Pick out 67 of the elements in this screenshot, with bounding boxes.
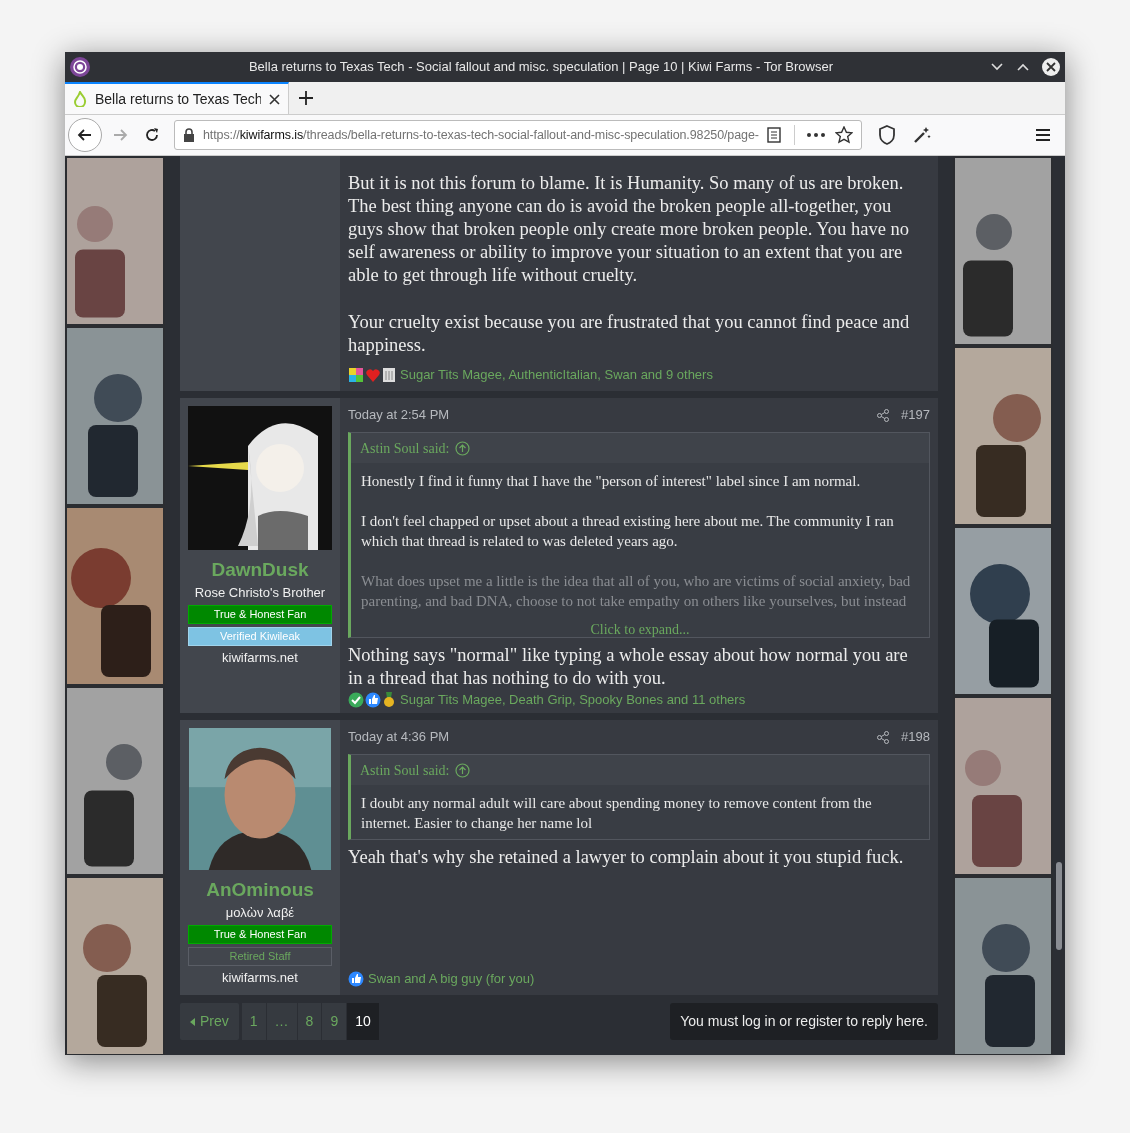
magic-wand-icon[interactable] (912, 125, 932, 145)
url-text: https://kiwifarms.is/threads/bella-returns-to-texas-tech-social-fallout-and-misc-speculation.98250/page- (203, 126, 759, 144)
quote-text: Honestly I find it funny that I have the "person of interest" label since I am normal. (361, 472, 862, 491)
quote-author-link[interactable]: Astin Soul said: (360, 437, 450, 459)
thumbs-up-icon (348, 971, 364, 987)
username-link[interactable]: DawnDusk (211, 558, 309, 582)
post-number-link[interactable]: #197 (901, 405, 930, 425)
page-link[interactable]: 8 (297, 1003, 322, 1040)
window-title: Bella returns to Texas Tech - Social fallout and misc. speculation | Page 10 | Kiwi Farms - Tor Browser (248, 59, 834, 75)
heart-icon (365, 367, 381, 383)
share-icon[interactable] (877, 408, 890, 422)
post-text: Nothing says "normal" like typing a whole essay about how normal you are in a thread that has nothing to do with you. (348, 644, 909, 690)
reader-view-icon[interactable] (766, 127, 782, 143)
browser-tab[interactable]: Bella returns to Texas Tech (65, 82, 289, 114)
login-notice: You must log in or register to reply here. (670, 1003, 938, 1040)
lock-icon (183, 127, 195, 143)
page-link[interactable]: 9 (322, 1003, 347, 1040)
thumbs-up-icon (365, 691, 381, 708)
post-number-link[interactable]: #198 (901, 727, 930, 747)
puzzle-icon (348, 367, 364, 383)
tor-logo-icon (69, 56, 91, 78)
reactions-link[interactable]: Swan and A big guy (for you) (368, 969, 535, 989)
user-site: kiwifarms.net (222, 649, 298, 667)
arrow-up-icon[interactable] (455, 762, 471, 778)
more-icon[interactable] (807, 133, 825, 137)
arrow-up-icon[interactable] (455, 440, 471, 456)
post-date[interactable]: Today at 2:54 PM (348, 405, 450, 425)
user-banner: True & Honest Fan (188, 925, 332, 944)
star-icon[interactable] (835, 126, 853, 144)
check-icon (348, 691, 364, 708)
user-title: Rose Christo's Brother (194, 584, 326, 602)
new-tab-icon[interactable] (299, 91, 313, 105)
page-link[interactable]: 1 (241, 1003, 266, 1040)
share-icon[interactable] (877, 730, 890, 744)
menu-icon[interactable] (1036, 128, 1050, 142)
quote-text: What does upset me a little is the idea that all of you, who are victims of social anxiety, bad parenting, and bad DNA, choose to not take empathy on others like yourselves, but instead (361, 572, 912, 611)
maximize-icon[interactable] (1017, 63, 1029, 71)
post-text: But it is not this forum to blame. It is Humanity. So many of us are broken. The best thing anyone can do is avoid the broken people all-together, you guys show that broken people only create more broken people. You have no self awareness or ability to improve your situation to an extent that you are able to get through life without cruelty. (348, 172, 911, 287)
quote-text: I don't feel chapped or upset about a thread existing here about me. The community I ran which that thread is related to was deleted years ago. (361, 512, 895, 551)
post-text: Yeah that's why she retained a lawyer to complain about it you stupid fuck. (348, 846, 905, 869)
page-link[interactable]: 10 (347, 1003, 379, 1040)
reactions-link[interactable]: Sugar Tits Magee, Death Grip, Spooky Bones and 11 others (400, 690, 746, 710)
user-title: μολὼν λαβέ (225, 904, 295, 922)
minimize-icon[interactable] (991, 63, 1003, 71)
prev-page-button[interactable]: Prev (180, 1003, 239, 1040)
reload-icon[interactable] (144, 127, 160, 143)
reactions-link[interactable]: Sugar Tits Magee, AuthenticItalian, Swan and 9 others (400, 365, 713, 385)
caret-icon (190, 1017, 195, 1026)
page-link[interactable]: … (266, 1003, 297, 1040)
back-button[interactable] (68, 118, 102, 152)
expand-link[interactable]: Click to expand... (590, 622, 690, 637)
address-field[interactable]: https://kiwifarms.is/threads/bella-returns-to-texas-tech-social-fallout-and-misc-speculation.98250/page- (174, 120, 862, 150)
quote-text: I doubt any normal adult will care about spending money to remove content from the internet. Easier to change her name lol (361, 794, 873, 833)
close-icon[interactable] (1041, 57, 1061, 77)
medal-icon (382, 691, 396, 708)
post-text: Your cruelty exist because you are frustrated that you cannot find peace and happiness. (348, 311, 911, 357)
quote-author-link[interactable]: Astin Soul said: (360, 759, 450, 781)
user-banner: Retired Staff (188, 947, 332, 966)
close-icon[interactable] (269, 93, 280, 105)
post-date[interactable]: Today at 4:36 PM (348, 727, 450, 747)
username-link[interactable]: AnOminous (206, 878, 314, 902)
user-banner: True & Honest Fan (188, 605, 332, 624)
user-banner: Verified Kiwileak (188, 627, 332, 646)
back-icon (77, 127, 93, 143)
user-site: kiwifarms.net (222, 969, 298, 987)
shield-icon[interactable] (878, 125, 896, 145)
document-icon (382, 367, 396, 383)
